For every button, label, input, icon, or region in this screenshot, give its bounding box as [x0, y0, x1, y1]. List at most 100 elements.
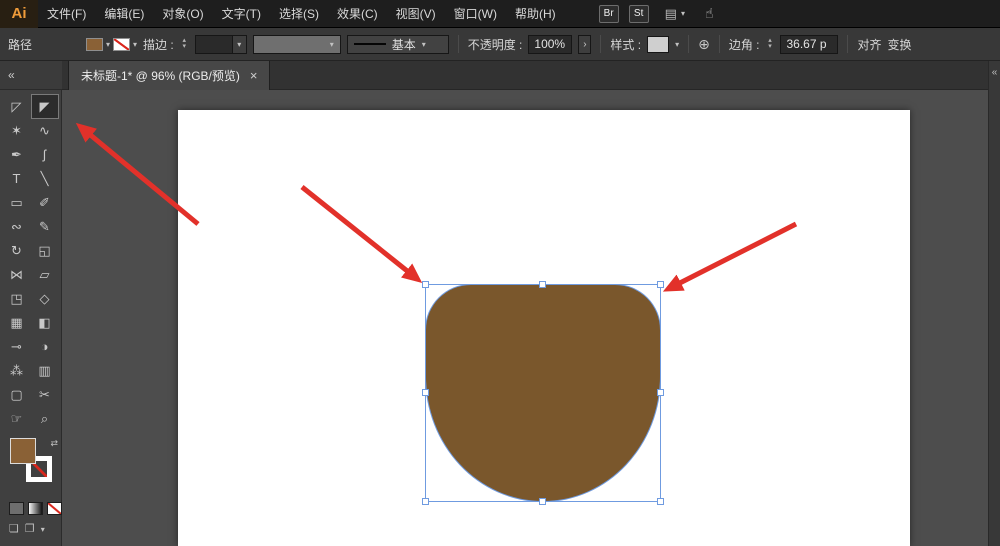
selection-tool[interactable]: ◸	[4, 95, 30, 118]
stepper-down-icon[interactable]: ▾	[768, 43, 772, 50]
divider	[847, 35, 849, 53]
width-tool[interactable]: ⋈	[4, 263, 30, 286]
collapse-panel-icon[interactable]: «	[8, 68, 15, 82]
divider	[718, 35, 720, 53]
stroke-weight-label: 描边 :	[143, 37, 174, 52]
lasso-tool[interactable]: ∿	[32, 119, 58, 142]
type-tool[interactable]: T	[4, 167, 30, 190]
stroke-weight-dropdown-button[interactable]: ▾	[232, 34, 247, 54]
opacity-value: 100%	[534, 37, 566, 51]
right-panel-dock[interactable]: «	[988, 61, 1000, 546]
free-transform-tool[interactable]: ▱	[32, 263, 58, 286]
paintbrush-tool[interactable]: ✐	[32, 191, 58, 214]
graphic-style-swatch[interactable]	[647, 35, 670, 53]
blend-tool[interactable]: ◑	[32, 335, 58, 358]
document-tab-bar: 未标题-1* @ 96% (RGB/预览) ×	[62, 61, 988, 90]
selection-handle[interactable]	[422, 498, 429, 505]
canvas[interactable]	[63, 90, 988, 546]
shape-builder-tool[interactable]: ◳	[4, 287, 30, 310]
stroke-profile-dropdown[interactable]: 基本 ▾	[346, 34, 449, 54]
rotate-tool[interactable]: ↻	[4, 239, 30, 262]
perspective-grid-tool[interactable]: ◇	[32, 287, 58, 310]
menu-edit[interactable]: 编辑(E)	[95, 5, 153, 22]
pen-tool[interactable]: ✒	[4, 143, 30, 166]
chevron-down-icon: ▾	[680, 9, 685, 18]
artboard-tool[interactable]: ▢	[4, 383, 30, 406]
line-segment-tool[interactable]: ╲	[32, 167, 58, 190]
none-button[interactable]	[47, 502, 62, 515]
scale-tool[interactable]: ◱	[32, 239, 58, 262]
pencil-tool[interactable]: ✎	[32, 215, 58, 238]
selection-handle[interactable]	[657, 389, 664, 396]
gradient-tool[interactable]: ◧	[32, 311, 58, 334]
stroke-profile-line-icon	[353, 43, 386, 45]
selection-handle[interactable]	[657, 281, 664, 288]
chevron-down-icon[interactable]: ▾	[106, 40, 110, 49]
stepper-down-icon[interactable]: ▾	[182, 43, 186, 50]
opacity-panel-arrow-button[interactable]: ›	[578, 34, 592, 54]
draw-normal-icon[interactable]: ❏	[9, 524, 19, 535]
chevron-down-icon[interactable]: ▾	[41, 525, 45, 534]
eyedropper-tool[interactable]: ⊸	[4, 335, 30, 358]
brush-definition-dropdown[interactable]: ▾	[252, 34, 341, 54]
stroke-weight-stepper[interactable]: ▴ ▾	[180, 37, 189, 51]
selection-handle[interactable]	[422, 389, 429, 396]
fill-color-indicator[interactable]	[10, 438, 36, 464]
corner-radius-stepper[interactable]: ▴ ▾	[765, 37, 774, 51]
transform-label[interactable]: 变换	[888, 36, 912, 53]
swap-fill-stroke-icon[interactable]: ⇄	[50, 438, 58, 449]
direct-selection-tool[interactable]: ◤	[30, 94, 59, 119]
divider	[457, 35, 459, 53]
style-label: 样式 :	[610, 37, 642, 52]
selection-handle[interactable]	[539, 281, 546, 288]
chevron-down-icon: ▾	[237, 39, 242, 49]
opacity-input[interactable]: 100%	[528, 34, 573, 54]
menu-help[interactable]: 帮助(H)	[506, 5, 565, 22]
menu-type[interactable]: 文字(T)	[213, 5, 270, 22]
menu-file[interactable]: 文件(F)	[38, 5, 95, 22]
color-button[interactable]	[9, 502, 24, 515]
corner-label: 边角 :	[728, 37, 760, 52]
chevron-down-icon: ▾	[421, 39, 426, 49]
divider	[688, 35, 690, 53]
chevron-down-icon[interactable]: ▾	[133, 40, 137, 49]
selection-handle[interactable]	[422, 281, 429, 288]
fill-color-swatch[interactable]	[86, 37, 104, 51]
gradient-button[interactable]	[28, 502, 43, 515]
draw-behind-icon[interactable]: ❐	[25, 524, 35, 535]
slice-tool[interactable]: ✂	[32, 383, 58, 406]
document-tab[interactable]: 未标题-1* @ 96% (RGB/预览) ×	[68, 61, 271, 90]
shaper-tool[interactable]: ∾	[4, 215, 30, 238]
opacity-label[interactable]: 不透明度 :	[468, 36, 523, 53]
bridge-button[interactable]: Br	[598, 4, 619, 23]
stroke-color-swatch[interactable]	[113, 37, 131, 51]
magic-wand-tool[interactable]: ✶	[4, 119, 30, 142]
menu-select[interactable]: 选择(S)	[270, 5, 328, 22]
globe-icon[interactable]: ⊕	[698, 36, 710, 53]
column-graph-tool[interactable]: ▥	[32, 359, 58, 382]
zoom-tool[interactable]: ⌕	[32, 407, 58, 430]
symbol-sprayer-tool[interactable]: ⁂	[4, 359, 30, 382]
hand-tool[interactable]: ☞	[4, 407, 30, 430]
chevron-down-icon[interactable]: ▾	[675, 40, 679, 49]
mesh-tool[interactable]: ▦	[4, 311, 30, 334]
selection-handle[interactable]	[539, 498, 546, 505]
rectangle-tool[interactable]: ▭	[4, 191, 30, 214]
drawing-mode-buttons: ❏ ❐ ▾	[9, 524, 45, 535]
control-bar: 路径 ▾ ▾ 描边 : ▴ ▾ ▾ ▾ 基本 ▾ 不透明度 : 100% › 样…	[0, 28, 1000, 61]
menu-object[interactable]: 对象(O)	[153, 5, 212, 22]
corner-radius-input[interactable]: 36.67 p	[780, 34, 839, 54]
selection-handle[interactable]	[657, 498, 664, 505]
curvature-tool[interactable]: ʃ	[32, 143, 58, 166]
stroke-weight-input[interactable]	[194, 34, 233, 54]
stock-button[interactable]: St	[628, 4, 649, 23]
menu-effect[interactable]: 效果(C)	[328, 5, 387, 22]
close-icon[interactable]: ×	[250, 68, 258, 83]
menu-view[interactable]: 视图(V)	[387, 5, 445, 22]
collapse-panel-icon[interactable]: «	[992, 67, 998, 78]
apply-color-buttons	[9, 502, 62, 515]
gesture-hand-icon[interactable]: ☝	[705, 5, 714, 22]
menu-window[interactable]: 窗口(W)	[445, 5, 506, 22]
align-label[interactable]: 对齐	[857, 36, 881, 53]
workspace-switcher[interactable]: ▤ ▾	[665, 6, 685, 22]
